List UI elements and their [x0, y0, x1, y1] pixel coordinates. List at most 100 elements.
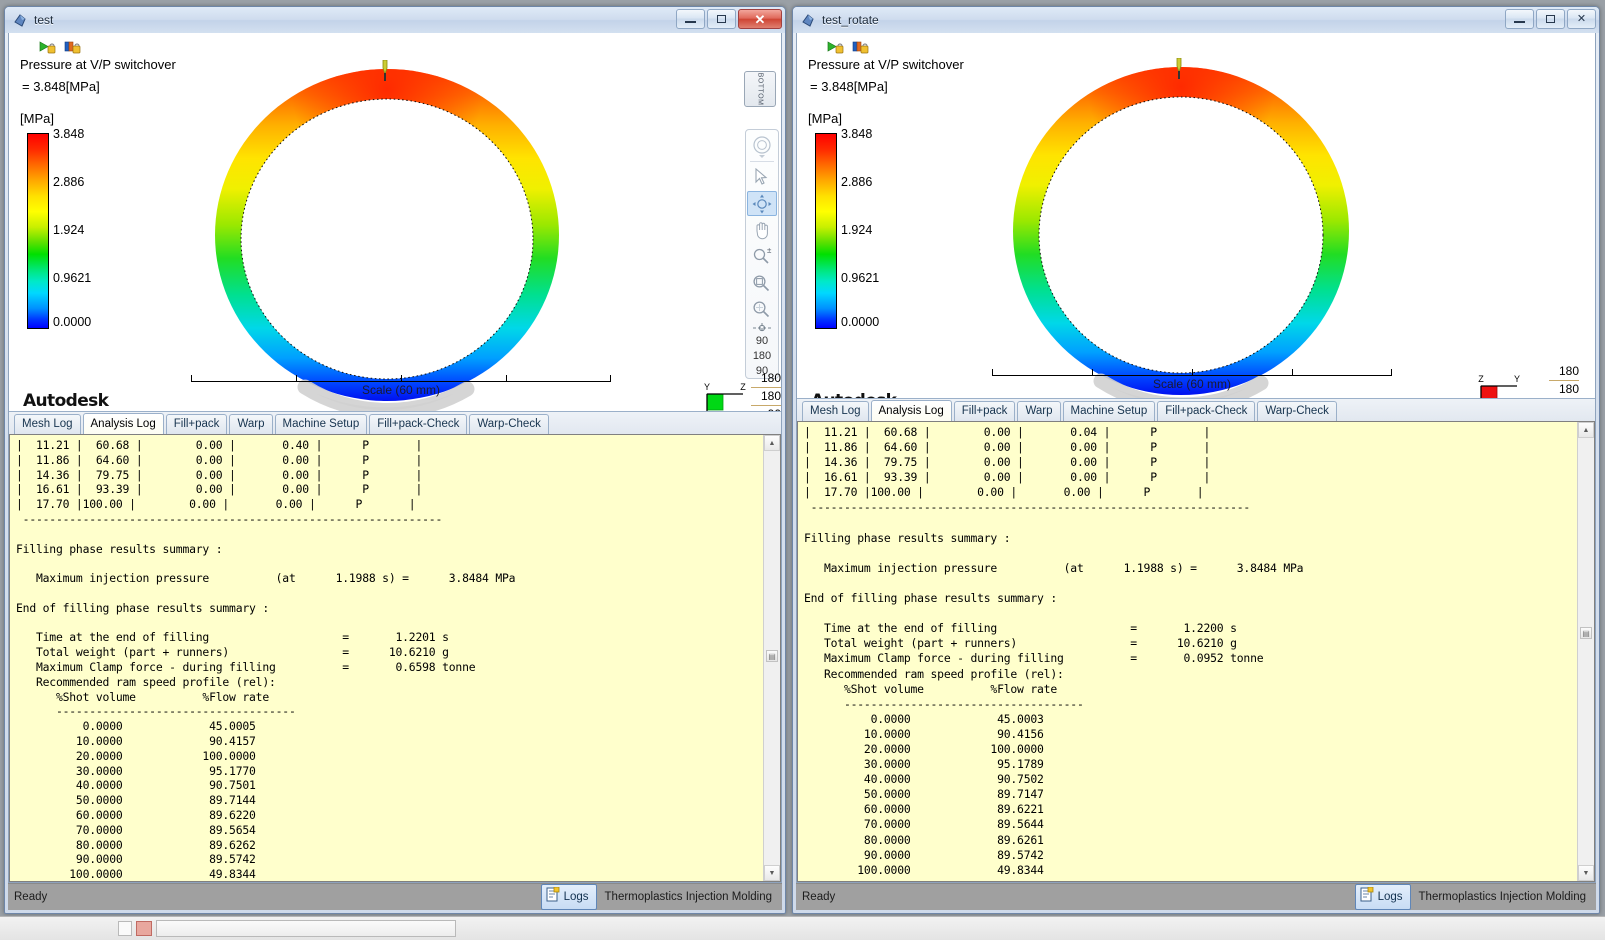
- close-button[interactable]: ✕: [1567, 9, 1596, 29]
- result-value: = 3.848[MPa]: [810, 79, 888, 94]
- viewcube-icon[interactable]: [747, 134, 777, 159]
- minimize-button[interactable]: [1505, 9, 1534, 29]
- svg-text:Z: Z: [1478, 374, 1484, 384]
- maximize-button[interactable]: [1536, 9, 1565, 29]
- lock-icon-row: [39, 41, 82, 55]
- zoom-window-icon[interactable]: [747, 270, 777, 295]
- taskbar[interactable]: [0, 916, 1605, 940]
- tab-fill-pack-check[interactable]: Fill+pack-Check: [1157, 401, 1256, 421]
- pan-hand-icon[interactable]: [747, 217, 777, 242]
- legend-tick-1: 2.886: [841, 175, 873, 189]
- status-ready-text: Ready: [14, 891, 48, 903]
- tab-warp-check[interactable]: Warp-Check: [1257, 401, 1337, 421]
- tab-fill-pack-check[interactable]: Fill+pack-Check: [369, 414, 468, 434]
- lock-icon-row: [827, 41, 870, 55]
- viewport-3d[interactable]: Pressure at V/P switchover = 3.848[MPa] …: [9, 33, 781, 411]
- log-tab-strip-right[interactable]: Mesh Log Analysis Log Fill+pack Warp Mac…: [797, 398, 1595, 422]
- tab-mesh-log[interactable]: Mesh Log: [14, 414, 81, 434]
- legend-lock-icon[interactable]: [852, 41, 870, 55]
- window-test[interactable]: test ✕ Pressure at V/P switchover = 3.84…: [4, 6, 786, 914]
- viewport-3d-right[interactable]: Pressure at V/P switchover = 3.848[MPa] …: [797, 33, 1595, 398]
- brand-name: Autodesk: [23, 391, 109, 411]
- autodesk-logo: Autodesk SIMULATION MOLDFLOW INSIGHT: [23, 391, 114, 411]
- window-title: test: [34, 13, 54, 27]
- log-scrollbar[interactable]: ▲ ▤ ▼: [763, 435, 780, 881]
- desktop: test ✕ Pressure at V/P switchover = 3.84…: [0, 0, 1605, 940]
- axis-triad-right[interactable]: Z Y X: [1473, 373, 1525, 398]
- bottom-view-label: BOTTOM: [756, 72, 764, 106]
- tab-fill-pack[interactable]: Fill+pack: [165, 414, 228, 434]
- scroll-thumb[interactable]: ▤: [1580, 627, 1592, 639]
- play-lock-icon[interactable]: [39, 41, 57, 55]
- tab-machine-setup[interactable]: Machine Setup: [274, 414, 368, 434]
- tab-mesh-log[interactable]: Mesh Log: [802, 401, 869, 421]
- window-title: test_rotate: [822, 13, 879, 27]
- taskbar-item-2[interactable]: [136, 921, 152, 936]
- taskbar-item-1[interactable]: [118, 921, 132, 936]
- tab-analysis-log[interactable]: Analysis Log: [870, 400, 952, 422]
- zoom-fit-icon[interactable]: [747, 297, 777, 322]
- tab-warp-check[interactable]: Warp-Check: [469, 414, 549, 434]
- view-navigation-toolbar[interactable]: ± 90 180 90: [745, 129, 779, 379]
- rotation-value-2: 90: [751, 406, 781, 411]
- client-area: Pressure at V/P switchover = 3.848[MPa] …: [8, 33, 782, 883]
- legend-tick-max: 3.848: [53, 127, 85, 141]
- scroll-up-button[interactable]: ▲: [1578, 422, 1594, 438]
- title-bar-right[interactable]: test_rotate ✕: [793, 7, 1599, 33]
- select-cursor-icon[interactable]: [747, 164, 777, 189]
- part-model-right[interactable]: [987, 57, 1375, 398]
- legend-lock-icon[interactable]: [64, 41, 82, 55]
- rotation-value-0: 180: [751, 370, 781, 388]
- part-model-left[interactable]: [187, 59, 587, 411]
- injection-gate-marker: [379, 59, 391, 87]
- scroll-down-button[interactable]: ▼: [1578, 865, 1594, 881]
- toolbar-rotation-y[interactable]: 180: [753, 349, 771, 363]
- scroll-down-button[interactable]: ▼: [764, 865, 780, 881]
- legend-gradient-bar: [815, 133, 837, 329]
- logs-icon: [1360, 886, 1374, 907]
- moldflow-app-icon: [801, 13, 816, 28]
- title-bar[interactable]: test ✕: [5, 7, 785, 33]
- color-legend: 3.848 2.886 1.924 0.9621 0.0000: [815, 127, 945, 333]
- color-legend: 3.848 2.886 1.924 0.9621 0.0000: [27, 127, 157, 333]
- play-lock-icon[interactable]: [827, 41, 845, 55]
- status-ready-text: Ready: [802, 891, 836, 903]
- analysis-log-pane-right[interactable]: | 11.21 | 60.68 | 0.00 | 0.04 | P | | 11…: [797, 421, 1595, 882]
- maximize-button[interactable]: [707, 9, 736, 29]
- tab-warp[interactable]: Warp: [1017, 401, 1061, 421]
- bottom-view-button[interactable]: BOTTOM: [744, 71, 776, 107]
- scroll-thumb[interactable]: ▤: [766, 650, 778, 662]
- scale-bar: Scale (60 mm): [191, 369, 611, 403]
- logs-button[interactable]: Logs: [540, 884, 597, 910]
- client-area-right: Pressure at V/P switchover = 3.848[MPa] …: [796, 33, 1596, 883]
- tab-machine-setup[interactable]: Machine Setup: [1062, 401, 1156, 421]
- svg-text:Y: Y: [704, 382, 710, 392]
- autodesk-logo: Autodesk SIMULATION MOLDFLOW INSIGHT: [811, 391, 902, 398]
- result-title: Pressure at V/P switchover: [20, 57, 176, 72]
- tab-fill-pack[interactable]: Fill+pack: [953, 401, 1016, 421]
- taskbar-item-3[interactable]: [156, 920, 456, 937]
- unit-label: [MPa]: [20, 111, 54, 126]
- close-button[interactable]: ✕: [738, 9, 782, 29]
- tab-analysis-log[interactable]: Analysis Log: [82, 413, 164, 435]
- legend-tick-min: 0.0000: [841, 315, 880, 329]
- axis-triad-left[interactable]: Y Z X: [699, 381, 751, 411]
- rotation-center-icon[interactable]: [747, 322, 777, 333]
- toolbar-rotation-x[interactable]: 90: [756, 334, 768, 348]
- rotation-value-1: 180: [751, 388, 781, 406]
- tab-warp[interactable]: Warp: [229, 414, 273, 434]
- window-controls: ✕: [1505, 9, 1596, 29]
- window-test-rotate[interactable]: test_rotate ✕ Pressure at V/P switchover…: [792, 6, 1600, 914]
- logs-button[interactable]: Logs: [1354, 884, 1411, 910]
- svg-text:±: ±: [767, 247, 772, 255]
- minimize-button[interactable]: [676, 9, 705, 29]
- log-tab-strip[interactable]: Mesh Log Analysis Log Fill+pack Warp Mac…: [9, 411, 781, 435]
- analysis-log-text: | 11.21 | 60.68 | 0.00 | 0.40 | P | | 11…: [16, 438, 516, 882]
- zoom-in-out-icon[interactable]: ±: [747, 244, 777, 269]
- status-mode-text: Thermoplastics Injection Molding: [1418, 891, 1586, 903]
- rotate-tool-icon[interactable]: [747, 190, 777, 217]
- analysis-log-pane[interactable]: | 11.21 | 60.68 | 0.00 | 0.40 | P | | 11…: [9, 434, 781, 882]
- log-scrollbar[interactable]: ▲ ▤ ▼: [1577, 422, 1594, 881]
- scroll-up-button[interactable]: ▲: [764, 435, 780, 451]
- legend-tick-max: 3.848: [841, 127, 873, 141]
